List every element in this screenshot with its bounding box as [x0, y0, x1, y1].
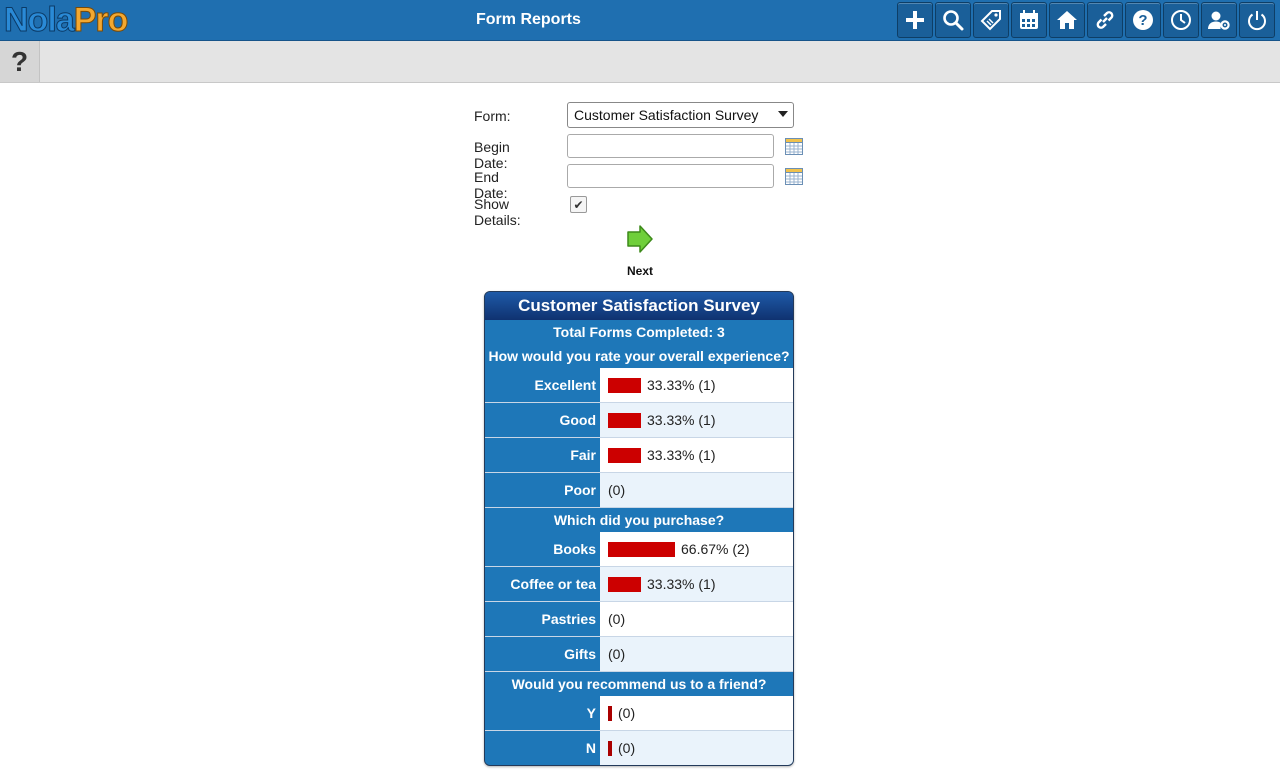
answer-value-cell: (0): [600, 696, 793, 730]
chevron-down-icon: [778, 111, 788, 117]
report-title: Customer Satisfaction Survey: [485, 292, 793, 320]
svg-text:?: ?: [1138, 12, 1147, 29]
clock-button[interactable]: [1163, 2, 1199, 38]
answer-row: Books 66.67% (2): [485, 532, 793, 567]
next-arrow-icon[interactable]: [626, 224, 654, 254]
sub-toolbar: ?: [0, 41, 1280, 83]
logout-button[interactable]: [1239, 2, 1275, 38]
response-bar: [608, 377, 641, 393]
answer-percentage: (0): [608, 646, 626, 662]
answer-label: Excellent: [485, 368, 600, 402]
answer-label: Gifts: [485, 637, 600, 671]
form-label: Form:: [474, 108, 511, 124]
begin-date-input[interactable]: [567, 134, 774, 158]
answer-label: N: [485, 731, 600, 765]
answer-value-cell: (0): [600, 637, 793, 671]
user-settings-button[interactable]: [1201, 2, 1237, 38]
clock-icon: [1171, 10, 1191, 30]
help-button[interactable]: ?: [1125, 2, 1161, 38]
question-heading: Would you recommend us to a friend?: [511, 676, 767, 692]
user-settings-icon: [1208, 11, 1230, 30]
answer-row: Coffee or tea 33.33% (1): [485, 567, 793, 602]
answer-percentage: 66.67% (2): [681, 541, 750, 557]
nolapro-logo[interactable]: NolaPro: [4, 1, 129, 39]
power-icon: [1248, 11, 1266, 31]
calendar-button[interactable]: [1011, 2, 1047, 38]
home-button[interactable]: [1049, 2, 1085, 38]
add-icon: [906, 11, 924, 29]
question-list: How would you rate your overall experien…: [485, 344, 793, 765]
answer-percentage: (0): [618, 740, 636, 756]
form-select[interactable]: Customer Satisfaction Survey: [567, 102, 794, 128]
answer-percentage: 33.33% (1): [647, 576, 716, 592]
survey-report-table: Customer Satisfaction Survey Total Forms…: [484, 291, 794, 766]
logo-text-pro: Pro: [73, 1, 129, 39]
answer-label: Poor: [485, 473, 600, 507]
top-bar: NolaPro Form Reports ?: [0, 0, 1280, 41]
show-details-label: Show Details:: [474, 196, 521, 228]
next-button-label[interactable]: Next: [614, 264, 666, 278]
answer-row: Y (0): [485, 696, 793, 731]
calendar-picker-icon[interactable]: [785, 138, 803, 155]
answer-value-cell: 66.67% (2): [600, 532, 793, 566]
question-heading: How would you rate your overall experien…: [488, 348, 790, 364]
logo-text-nola: Nola: [4, 1, 76, 39]
page-title: Form Reports: [476, 11, 581, 28]
answer-label: Y: [485, 696, 600, 730]
response-bar: [608, 740, 612, 756]
search-button[interactable]: [935, 2, 971, 38]
answer-label: Good: [485, 403, 600, 437]
answer-row: N (0): [485, 731, 793, 765]
answer-value-cell: (0): [600, 473, 793, 507]
answer-label: Pastries: [485, 602, 600, 636]
answer-row: Poor (0): [485, 473, 793, 508]
add-button[interactable]: [897, 2, 933, 38]
answer-percentage: (0): [608, 611, 626, 627]
answer-value-cell: (0): [600, 602, 793, 636]
search-icon: [943, 10, 964, 31]
response-bar: [608, 705, 612, 721]
answer-label: Fair: [485, 438, 600, 472]
answer-value-cell: 33.33% (1): [600, 567, 793, 601]
answer-row: Gifts (0): [485, 637, 793, 672]
checkmark-icon: ✔: [573, 197, 584, 212]
answer-percentage: 33.33% (1): [647, 377, 716, 393]
tag-icon: [980, 10, 1001, 31]
answer-value-cell: (0): [600, 731, 793, 765]
answer-label: Books: [485, 532, 600, 566]
tag-button[interactable]: [973, 2, 1009, 38]
response-bar: [608, 576, 641, 592]
form-select-value: Customer Satisfaction Survey: [574, 107, 759, 123]
link-button[interactable]: [1087, 2, 1123, 38]
calendar-picker-icon[interactable]: [785, 168, 803, 185]
answer-percentage: 33.33% (1): [647, 412, 716, 428]
question-heading: Which did you purchase?: [553, 512, 725, 528]
link-icon: [1096, 11, 1114, 29]
answer-row: Fair 33.33% (1): [485, 438, 793, 473]
response-bar: [608, 541, 675, 557]
begin-date-label: Begin Date:: [474, 139, 510, 171]
show-details-checkbox[interactable]: ✔: [570, 196, 587, 213]
page-help-button[interactable]: ?: [0, 41, 40, 82]
calendar-icon: [1020, 10, 1038, 29]
answer-percentage: 33.33% (1): [647, 447, 716, 463]
answer-label: Coffee or tea: [485, 567, 600, 601]
help-icon: ?: [1133, 10, 1153, 30]
response-bar: [608, 412, 641, 428]
answer-row: Excellent 33.33% (1): [485, 368, 793, 403]
home-icon: [1057, 11, 1077, 29]
answer-percentage: (0): [618, 705, 636, 721]
answer-value-cell: 33.33% (1): [600, 403, 793, 437]
answer-value-cell: 33.33% (1): [600, 368, 793, 402]
end-date-input[interactable]: [567, 164, 774, 188]
response-bar: [608, 447, 641, 463]
total-forms-completed: Total Forms Completed: 3: [553, 324, 725, 340]
answer-percentage: (0): [608, 482, 626, 498]
answer-row: Good 33.33% (1): [485, 403, 793, 438]
answer-value-cell: 33.33% (1): [600, 438, 793, 472]
answer-row: Pastries (0): [485, 602, 793, 637]
